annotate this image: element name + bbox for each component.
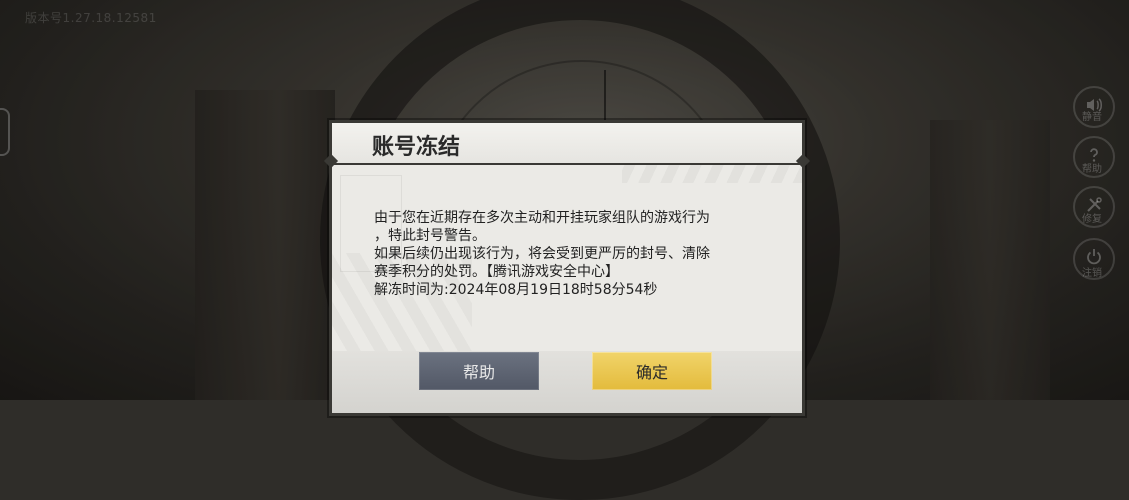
unfreeze-time: 解冻时间为:2024年08月19日18时58分54秒 bbox=[374, 282, 658, 298]
message-line: 由于您在近期存在多次主动和开挂玩家组队的游戏行为 bbox=[374, 210, 710, 226]
message-line: 赛季积分的处罚。【腾讯游戏安全中心】 bbox=[374, 264, 619, 280]
message-line: ，特此封号警告。 bbox=[374, 228, 486, 244]
confirm-button[interactable]: 确定 bbox=[592, 352, 712, 390]
help-button[interactable]: 帮助 bbox=[419, 352, 539, 390]
dialog-header: 账号冻结 bbox=[332, 123, 802, 165]
account-frozen-dialog: 账号冻结 由于您在近期存在多次主动和开挂玩家组队的游戏行为 ，特此封号警告。 如… bbox=[323, 120, 811, 416]
dialog-title: 账号冻结 bbox=[372, 135, 461, 160]
dialog-footer bbox=[332, 351, 802, 413]
dialog-message: 由于您在近期存在多次主动和开挂玩家组队的游戏行为 ，特此封号警告。 如果后续仍出… bbox=[374, 209, 774, 299]
message-line: 如果后续仍出现该行为，将会受到更严厉的封号、清除 bbox=[374, 246, 710, 262]
